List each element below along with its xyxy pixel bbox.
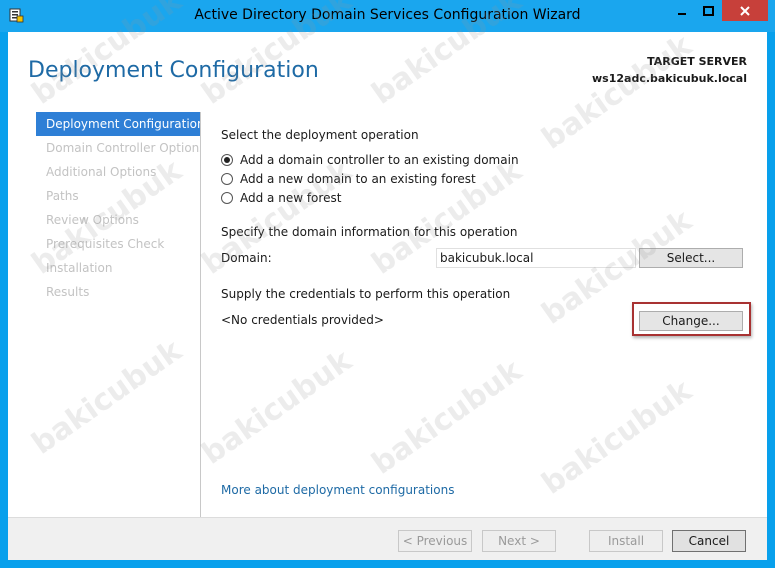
option-label: Add a new domain to an existing forest	[240, 172, 476, 186]
close-icon	[740, 5, 750, 16]
domain-info-heading: Specify the domain information for this …	[221, 225, 518, 239]
operation-heading: Select the deployment operation	[221, 128, 419, 142]
credentials-heading: Supply the credentials to perform this o…	[221, 287, 511, 301]
change-button[interactable]: Change...	[639, 311, 743, 331]
select-button[interactable]: Select...	[639, 248, 743, 268]
next-button[interactable]: Next >	[482, 530, 556, 552]
wizard-footer: < Previous Next > Install Cancel	[8, 517, 767, 560]
nav-item-prerequisites-check: Prerequisites Check	[46, 237, 165, 251]
credentials-status: <No credentials provided>	[221, 313, 384, 327]
minimize-icon	[677, 12, 686, 15]
nav-item-installation: Installation	[46, 261, 113, 275]
wizard-window: Active Directory Domain Services Configu…	[0, 0, 775, 568]
nav-item-paths: Paths	[46, 189, 79, 203]
nav-item-review-options: Review Options	[46, 213, 139, 227]
nav-item-results: Results	[46, 285, 90, 299]
install-button[interactable]: Install	[589, 530, 663, 552]
window-title: Active Directory Domain Services Configu…	[194, 7, 581, 23]
domain-label: Domain:	[221, 251, 272, 265]
target-server-label: TARGET SERVER	[647, 55, 747, 68]
nav-item-domain-controller-options: Domain Controller Options	[46, 141, 200, 155]
page-title: Deployment Configuration	[28, 58, 319, 83]
radio-button[interactable]	[221, 192, 233, 204]
title-bar[interactable]: Active Directory Domain Services Configu…	[0, 0, 775, 32]
maximize-icon	[703, 5, 714, 16]
target-server-name: ws12adc.bakicubuk.local	[592, 72, 747, 85]
more-info-link[interactable]: More about deployment configurations	[221, 483, 454, 497]
option-existing-domain[interactable]: Add a domain controller to an existing d…	[221, 153, 519, 167]
nav-item-deployment-configuration[interactable]: Deployment Configuration	[36, 112, 200, 136]
option-label: Add a new forest	[240, 191, 342, 205]
wizard-nav: Deployment Configuration Domain Controll…	[36, 112, 200, 304]
nav-item-additional-options: Additional Options	[46, 165, 157, 179]
nav-divider	[200, 112, 201, 517]
domain-input[interactable]	[436, 248, 636, 268]
cancel-button[interactable]: Cancel	[672, 530, 746, 552]
option-new-domain[interactable]: Add a new domain to an existing forest	[221, 172, 476, 186]
option-new-forest[interactable]: Add a new forest	[221, 191, 341, 205]
radio-button-selected[interactable]	[221, 154, 233, 166]
previous-button[interactable]: < Previous	[398, 530, 472, 552]
close-button[interactable]	[722, 0, 768, 21]
minimize-button[interactable]	[668, 0, 695, 21]
radio-button[interactable]	[221, 173, 233, 185]
maximize-button[interactable]	[695, 0, 722, 21]
option-label: Add a domain controller to an existing d…	[240, 153, 519, 167]
wizard-client-area: Deployment Configuration TARGET SERVER w…	[8, 32, 767, 560]
